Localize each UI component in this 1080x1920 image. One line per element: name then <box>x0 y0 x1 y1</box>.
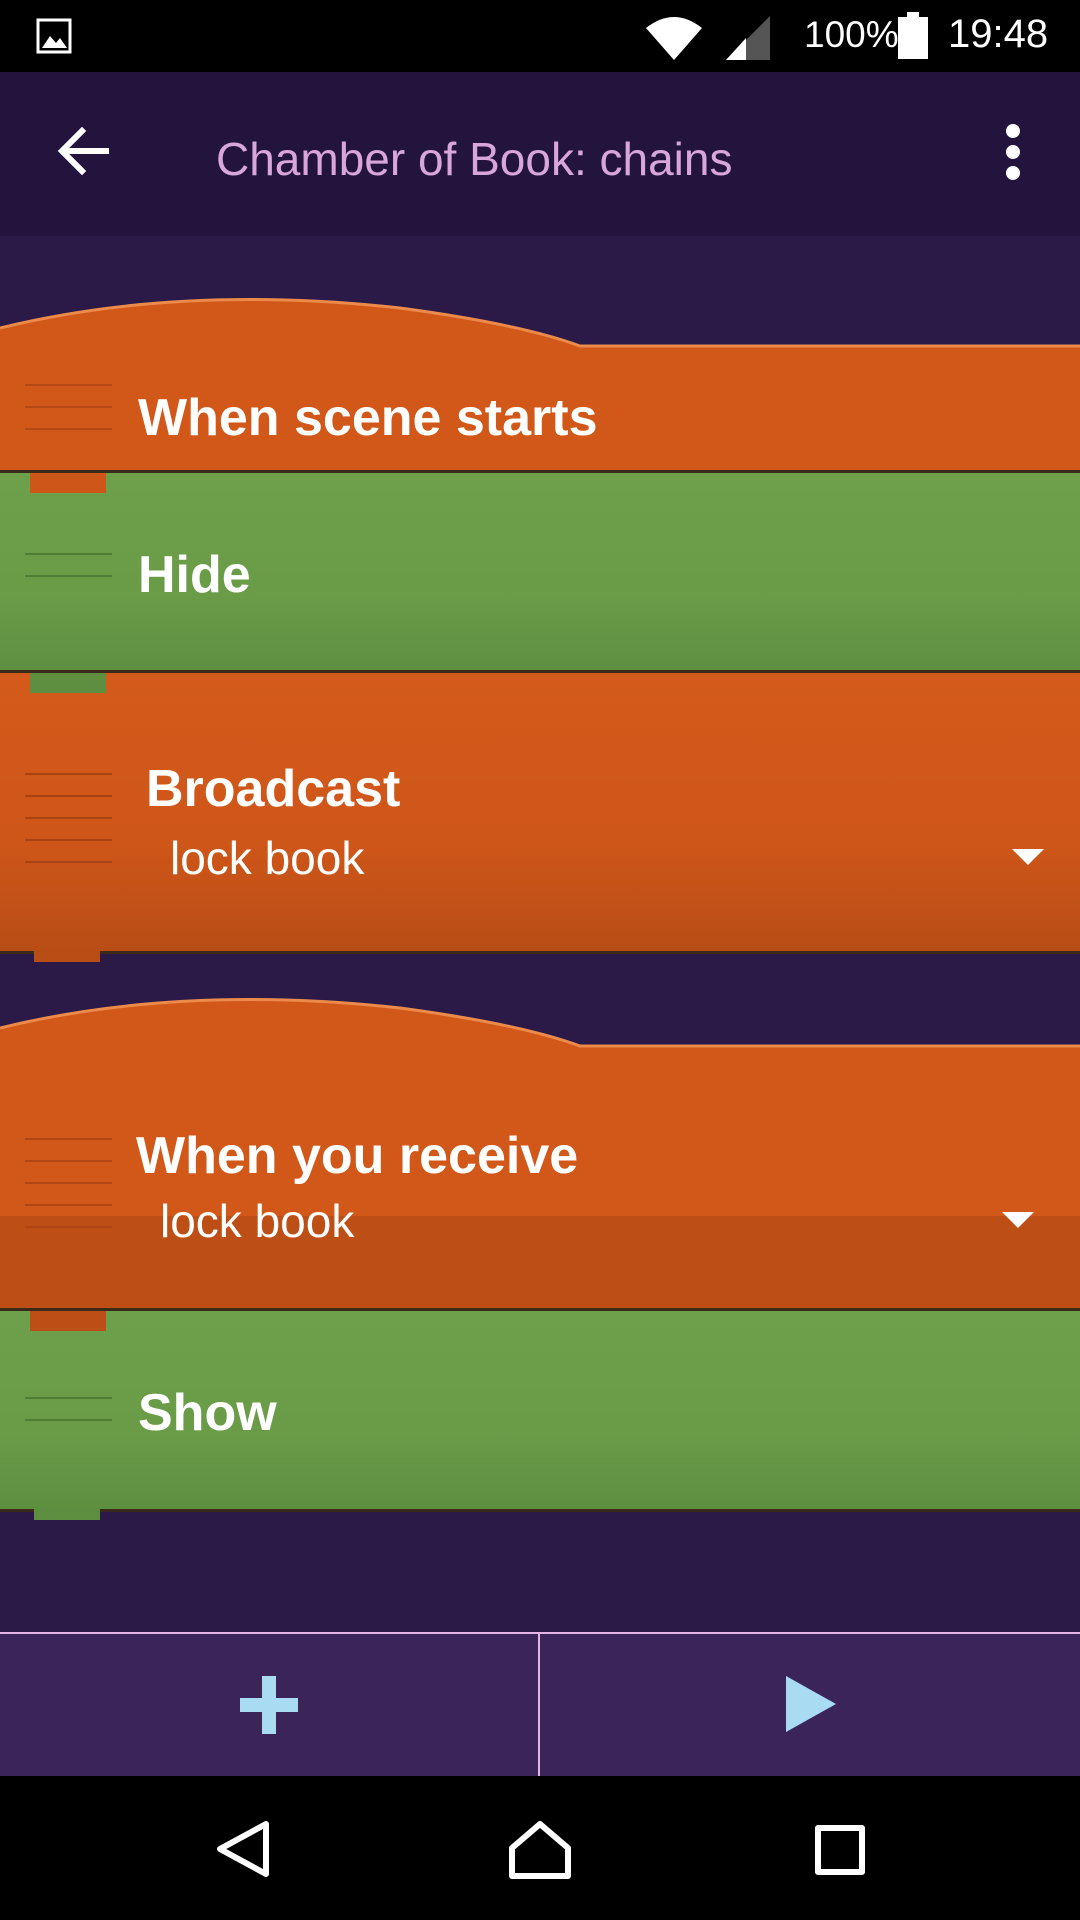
cell-signal-icon <box>726 16 770 60</box>
play-button[interactable] <box>540 1634 1080 1778</box>
app-toolbar: Chamber of Book: chains <box>0 72 1080 236</box>
system-nav-bar <box>0 1776 1080 1920</box>
brick-label: Show <box>138 1384 277 1442</box>
brick-show[interactable]: Show <box>0 1308 1080 1512</box>
battery-icon <box>898 12 928 59</box>
drag-handle[interactable] <box>25 1138 112 1248</box>
back-triangle-icon[interactable] <box>214 1820 270 1878</box>
recents-icon[interactable] <box>814 1824 866 1876</box>
back-arrow-icon[interactable] <box>56 126 112 176</box>
status-bar: 100% 19:48 <box>0 0 1080 72</box>
brick-label: Hide <box>138 546 251 604</box>
connector-notch <box>30 673 106 693</box>
script-area: When scene starts Hide Broadcast lock bo… <box>0 236 1080 1632</box>
brick-hide[interactable]: Hide <box>0 470 1080 673</box>
drag-handle[interactable] <box>25 384 112 450</box>
wifi-icon <box>646 17 702 60</box>
message-dropdown[interactable]: lock book <box>160 1194 354 1248</box>
connector-notch <box>30 1311 106 1331</box>
drag-handle[interactable] <box>25 553 112 597</box>
page-title: Chamber of Book: chains <box>216 133 733 185</box>
play-icon <box>786 1676 836 1732</box>
brick-label: Broadcast <box>146 760 401 818</box>
dropdown-caret-icon[interactable] <box>1012 849 1044 865</box>
battery-percent: 100% <box>804 14 899 55</box>
drag-handle[interactable] <box>25 1397 112 1441</box>
dropdown-caret-icon[interactable] <box>1002 1212 1034 1228</box>
image-icon <box>36 18 72 54</box>
clock: 19:48 <box>948 12 1049 56</box>
drag-handle[interactable] <box>25 773 112 883</box>
message-dropdown[interactable]: lock book <box>170 831 364 885</box>
brick-broadcast[interactable]: Broadcast lock book <box>0 670 1080 954</box>
add-button[interactable] <box>0 1634 538 1778</box>
brick-label: When scene starts <box>138 389 598 447</box>
more-vertical-icon[interactable] <box>998 122 1028 182</box>
connector-notch <box>30 473 106 493</box>
connector-tab <box>34 1506 100 1520</box>
bottom-action-bar <box>0 1632 1080 1778</box>
connector-tab <box>34 948 100 962</box>
plus-icon <box>240 1676 298 1734</box>
brick-label: When you receive <box>136 1127 579 1185</box>
home-icon[interactable] <box>508 1820 572 1880</box>
